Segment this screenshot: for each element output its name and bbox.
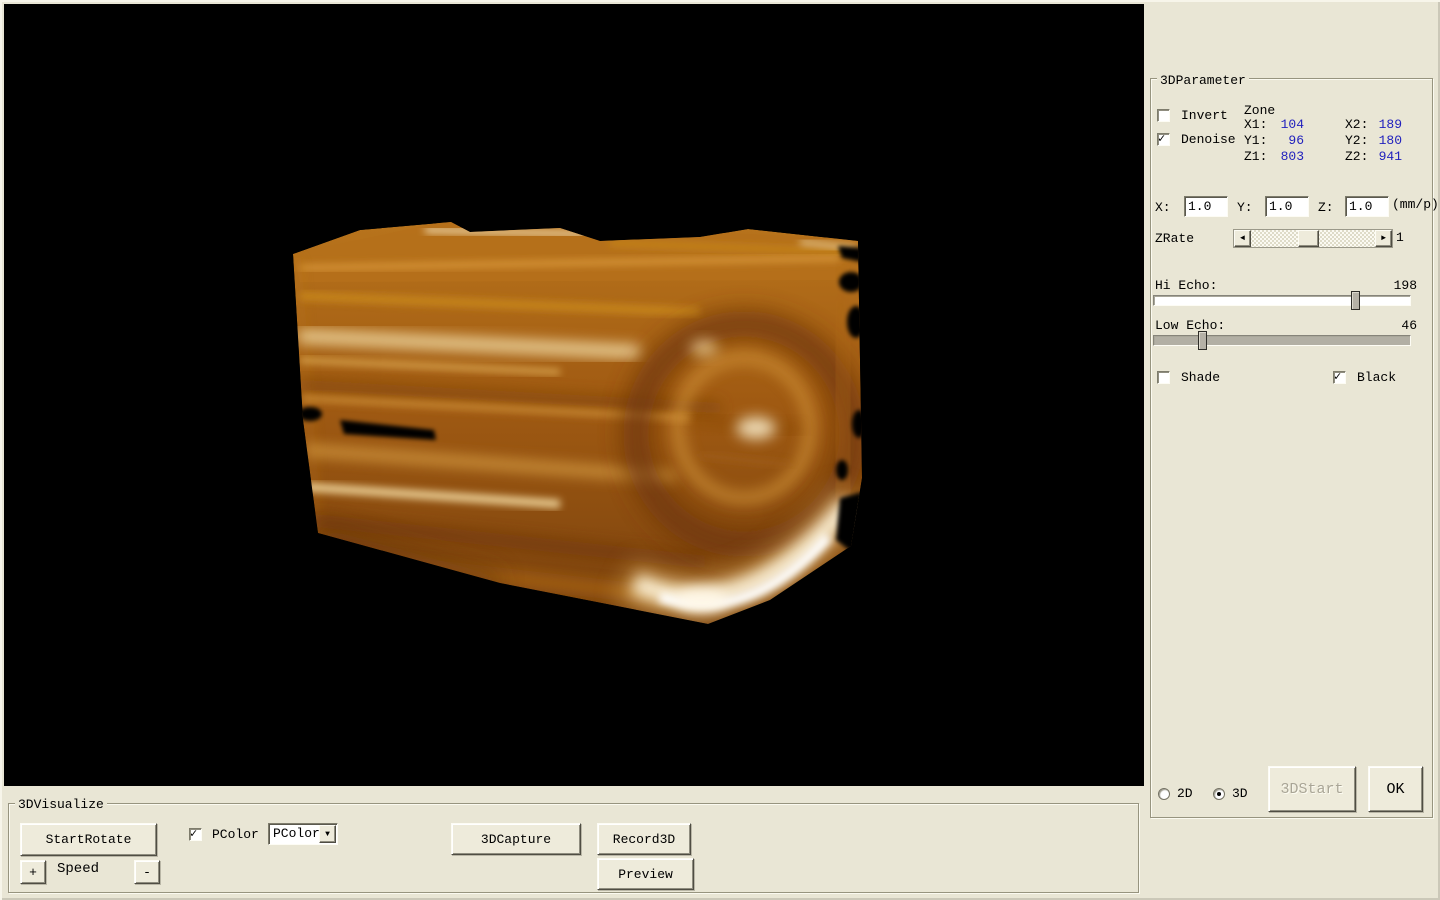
speed-plus-button[interactable]: +	[20, 860, 46, 884]
hi-echo-slider-thumb[interactable]	[1351, 291, 1360, 310]
zrate-right-arrow[interactable]: ►	[1375, 230, 1392, 247]
invert-label: Invert	[1181, 108, 1228, 123]
zone-z1-value: 803	[1262, 149, 1304, 164]
low-echo-slider-thumb[interactable]	[1198, 331, 1207, 350]
denoise-checkbox[interactable]: ✓	[1157, 133, 1170, 146]
mode-3d-radio[interactable]	[1213, 788, 1225, 800]
arrow-left-icon: ◄	[1240, 235, 1245, 243]
preview-button[interactable]: Preview	[597, 858, 694, 890]
mode-3d-label: 3D	[1232, 786, 1248, 801]
pcolor-label: PColor	[212, 827, 259, 842]
dropdown-button[interactable]: ▼	[319, 825, 336, 843]
group-3dparameter: 3DParameter	[1150, 78, 1433, 818]
voxel-z-field[interactable]	[1345, 196, 1389, 217]
zone-z2-value: 941	[1360, 149, 1402, 164]
start-rotate-button[interactable]: StartRotate	[20, 823, 157, 856]
invert-checkbox[interactable]: ✓	[1157, 109, 1170, 122]
hi-echo-track[interactable]	[1153, 295, 1411, 306]
low-echo-track[interactable]	[1153, 335, 1411, 346]
chevron-down-icon: ▼	[325, 830, 330, 839]
zone-y1-value: 96	[1262, 133, 1304, 148]
zone-title: Zone	[1244, 103, 1275, 118]
hi-echo-value: 198	[1377, 278, 1417, 293]
volume-render-3d[interactable]	[4, 4, 1144, 786]
zrate-label: ZRate	[1155, 231, 1194, 246]
low-echo-label: Low Echo:	[1155, 318, 1225, 333]
group-3dparameter-title: 3DParameter	[1157, 73, 1249, 88]
check-icon: ✓	[190, 827, 197, 841]
group-3dvisualize-title: 3DVisualize	[15, 797, 107, 812]
application-window: 3DParameter ✓ Invert ✓ Denoise Zone X1: …	[0, 0, 1440, 900]
ok-button[interactable]: OK	[1368, 766, 1423, 812]
pcolor-dropdown-value: PColor	[273, 826, 320, 841]
render-viewport[interactable]	[4, 4, 1144, 786]
3dcapture-button[interactable]: 3DCapture	[451, 823, 581, 855]
low-echo-value: 46	[1377, 318, 1417, 333]
voxel-y-field[interactable]	[1265, 196, 1309, 217]
check-icon: ✓	[1158, 132, 1165, 146]
pcolor-checkbox[interactable]: ✓	[189, 828, 202, 841]
radio-dot-icon	[1217, 792, 1221, 796]
voxel-x-field[interactable]	[1184, 196, 1228, 217]
voxel-x-label: X:	[1155, 200, 1171, 215]
voxel-unit-label: (mm/p)	[1392, 197, 1439, 212]
zone-y2-value: 180	[1360, 133, 1402, 148]
3dstart-button[interactable]: 3DStart	[1268, 766, 1356, 812]
shade-checkbox[interactable]: ✓	[1157, 371, 1170, 384]
denoise-label: Denoise	[1181, 132, 1236, 147]
shade-label: Shade	[1181, 370, 1220, 385]
zrate-left-arrow[interactable]: ◄	[1234, 230, 1251, 247]
zrate-scrollbar[interactable]: ◄ ►	[1233, 229, 1393, 248]
black-label: Black	[1357, 370, 1396, 385]
zrate-thumb[interactable]	[1298, 230, 1319, 247]
mode-2d-label: 2D	[1177, 786, 1193, 801]
arrow-right-icon: ►	[1381, 235, 1386, 243]
zrate-value: 1	[1396, 230, 1404, 245]
zone-x1-value: 104	[1262, 117, 1304, 132]
zone-x2-value: 189	[1360, 117, 1402, 132]
check-icon: ✓	[1334, 370, 1341, 384]
black-checkbox[interactable]: ✓	[1333, 371, 1346, 384]
speed-minus-button[interactable]: -	[134, 860, 160, 884]
mode-2d-radio[interactable]	[1158, 788, 1170, 800]
speed-label: Speed	[57, 862, 99, 877]
voxel-y-label: Y:	[1237, 200, 1253, 215]
hi-echo-label: Hi Echo:	[1155, 278, 1217, 293]
record3d-button[interactable]: Record3D	[597, 823, 691, 855]
pcolor-dropdown[interactable]: PColor ▼	[268, 823, 338, 845]
voxel-z-label: Z:	[1318, 200, 1334, 215]
